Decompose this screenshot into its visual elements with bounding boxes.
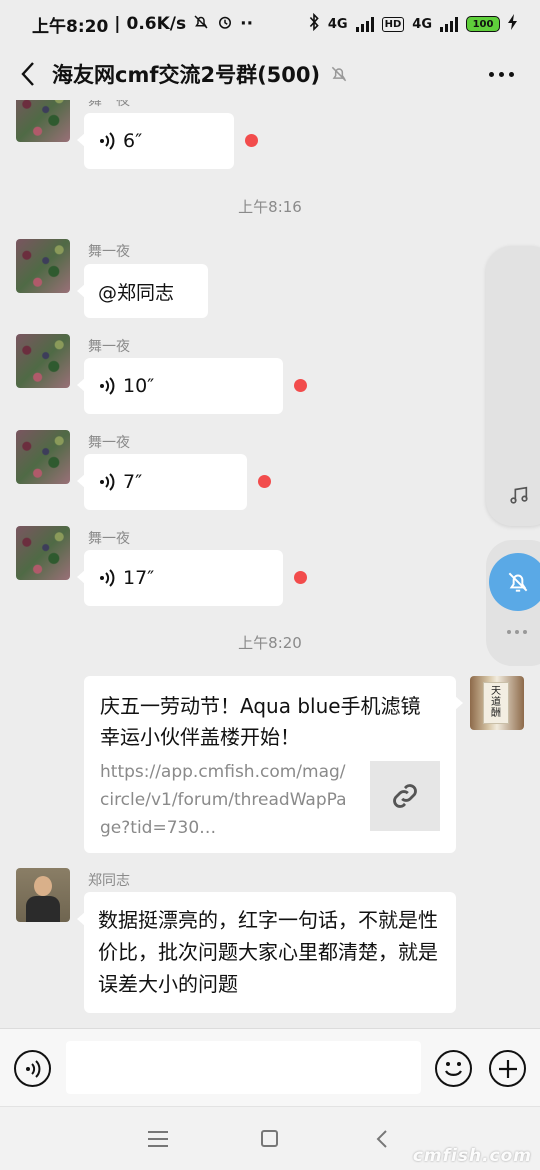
voice-wave-icon — [98, 471, 120, 493]
chat-area[interactable]: 舞一夜 6″ 上午8:16 舞一夜 @郑同志 舞一夜 10″ 舞一夜 7″ 舞一… — [0, 100, 540, 1028]
avatar[interactable] — [16, 526, 70, 580]
voice-message[interactable]: 7″ — [77, 454, 247, 510]
unread-dot — [245, 134, 258, 147]
link-thumbnail — [370, 761, 440, 831]
sender-name: 舞一夜 — [88, 100, 130, 109]
signal-2-icon — [440, 16, 458, 32]
watermark: cmfish.com — [412, 1146, 532, 1166]
status-bar: 上午8:20 | 0.6K/s ·· 4G HD 4G 100 — [0, 0, 540, 48]
mute-toggle-button[interactable] — [489, 553, 540, 611]
link-card-url: https://app.cmfish.com/mag/circle/v1/for… — [100, 762, 347, 838]
voice-duration: 7″ — [123, 471, 143, 493]
link-card-title: 庆五一劳动节！Aqua blue手机滤镜幸运小伙伴盖楼开始！ — [100, 694, 421, 749]
nav-back-icon[interactable] — [376, 1129, 392, 1149]
voice-duration: 10″ — [123, 375, 155, 397]
muted-bell-icon — [328, 63, 350, 85]
message-text: 数据挺漂亮的，红字一句话，不就是性价比，批次问题大家心里都清楚，就是误差大小的问… — [98, 908, 438, 996]
timestamp: 上午8:20 — [238, 634, 302, 652]
chat-header: 海友网cmf交流2号群(500) — [0, 48, 540, 100]
hd-badge: HD — [381, 16, 405, 32]
timestamp: 上午8:16 — [238, 198, 302, 216]
sender-name: 舞一夜 — [88, 339, 130, 355]
signal-2-label: 4G — [412, 16, 432, 32]
signal-1-label: 4G — [327, 16, 348, 32]
status-time: 上午8:20 — [32, 16, 109, 37]
sender-name: 郑同志 — [88, 873, 130, 889]
text-message[interactable]: 数据挺漂亮的，红字一句话，不就是性价比，批次问题大家心里都清楚，就是误差大小的问… — [77, 892, 456, 1013]
status-speed: 0.6K/s — [126, 14, 187, 34]
link-icon — [393, 784, 417, 808]
message-input[interactable] — [66, 1041, 421, 1094]
mute-status-icon — [192, 13, 210, 36]
sender-name: 舞一夜 — [88, 531, 130, 547]
emoji-button[interactable] — [435, 1050, 472, 1087]
home-icon[interactable] — [261, 1130, 278, 1147]
avatar[interactable] — [16, 868, 70, 922]
voice-duration: 6″ — [123, 130, 143, 152]
text-message[interactable]: @郑同志 — [77, 264, 208, 318]
voice-input-button[interactable] — [14, 1050, 51, 1087]
my-avatar[interactable]: 天道酬 — [470, 676, 524, 730]
more-functions-button[interactable] — [489, 1050, 526, 1087]
voice-wave-icon — [98, 130, 120, 152]
charging-icon — [508, 14, 518, 34]
input-bar — [0, 1028, 540, 1106]
sender-name: 舞一夜 — [88, 435, 130, 451]
back-icon[interactable] — [4, 48, 52, 100]
sender-name: 舞一夜 — [88, 244, 130, 260]
voice-message[interactable]: 10″ — [77, 358, 283, 414]
bell-off-icon — [508, 572, 528, 592]
voice-icon — [25, 1059, 40, 1078]
smiley-icon — [445, 1062, 462, 1076]
voice-message[interactable]: 17″ — [77, 550, 283, 606]
recent-apps-icon[interactable] — [148, 1131, 168, 1147]
avatar[interactable] — [16, 430, 70, 484]
avatar[interactable] — [16, 334, 70, 388]
avatar[interactable] — [16, 100, 70, 142]
battery-icon: 100 — [466, 16, 500, 32]
plus-icon — [498, 1059, 517, 1078]
voice-duration: 17″ — [123, 567, 155, 589]
more-status-icon: ·· — [240, 14, 254, 34]
voice-message[interactable]: 6″ — [77, 113, 234, 169]
bluetooth-icon — [308, 12, 320, 35]
more-options-icon[interactable] — [486, 62, 516, 86]
voice-wave-icon — [98, 567, 120, 589]
link-card[interactable]: 庆五一劳动节！Aqua blue手机滤镜幸运小伙伴盖楼开始！ https://a… — [84, 676, 463, 853]
side-more-icon[interactable] — [507, 630, 527, 634]
avatar[interactable] — [16, 239, 70, 293]
music-note-icon[interactable] — [507, 483, 531, 507]
unread-dot — [258, 475, 271, 488]
voice-wave-icon — [98, 375, 120, 397]
unread-dot — [294, 379, 307, 392]
system-nav-bar: cmfish.com — [0, 1106, 540, 1170]
signal-1-icon — [355, 16, 374, 32]
unread-dot — [294, 571, 307, 584]
alarm-icon — [216, 13, 234, 36]
message-text: @郑同志 — [98, 281, 175, 304]
page-title: 海友网cmf交流2号群(500) — [52, 63, 321, 87]
